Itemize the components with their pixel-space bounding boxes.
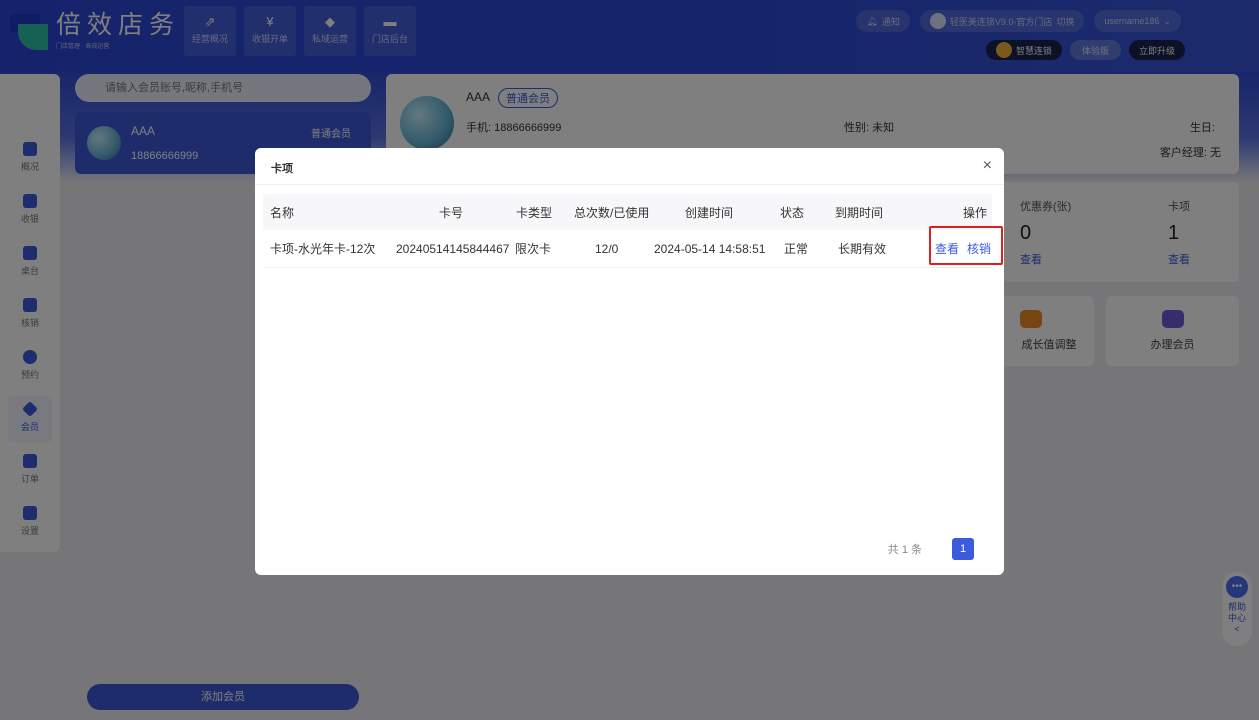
- actions-highlight-box: [929, 226, 1003, 265]
- card-created: 2024-05-14 14:58:51: [654, 241, 766, 256]
- card-name: 卡项-水光年卡-12次: [270, 242, 376, 256]
- page-button-1[interactable]: 1: [952, 538, 974, 560]
- col-status: 状态: [780, 205, 805, 220]
- col-actions: 操作: [963, 205, 988, 220]
- card-usage: 12/0: [595, 241, 619, 256]
- card-type: 限次卡: [515, 242, 552, 256]
- card-number: 20240514145844467: [396, 241, 510, 256]
- card-expiry: 长期有效: [838, 242, 887, 256]
- col-name: 名称: [270, 205, 295, 220]
- col-created: 创建时间: [685, 205, 734, 220]
- pagination: 共 1 条 1: [888, 538, 974, 560]
- total-count: 共 1 条: [887, 544, 922, 556]
- card-items-dialog: 卡项 × 名称 卡号 卡类型 总次数/已使用 创建时间 状态 到期时间 操作 卡…: [255, 148, 1004, 575]
- divider: [255, 184, 1004, 185]
- table-row: 卡项-水光年卡-12次 20240514145844467 限次卡 12/0 2…: [263, 230, 992, 268]
- col-card-no: 卡号: [439, 205, 464, 220]
- dialog-title: 卡项: [271, 163, 293, 175]
- col-usage: 总次数/已使用: [574, 205, 650, 220]
- card-status: 正常: [784, 242, 809, 256]
- col-type: 卡类型: [516, 205, 553, 220]
- table-header: 名称 卡号 卡类型 总次数/已使用 创建时间 状态 到期时间 操作: [263, 194, 992, 230]
- close-icon[interactable]: ×: [983, 157, 992, 175]
- col-expiry: 到期时间: [835, 205, 884, 220]
